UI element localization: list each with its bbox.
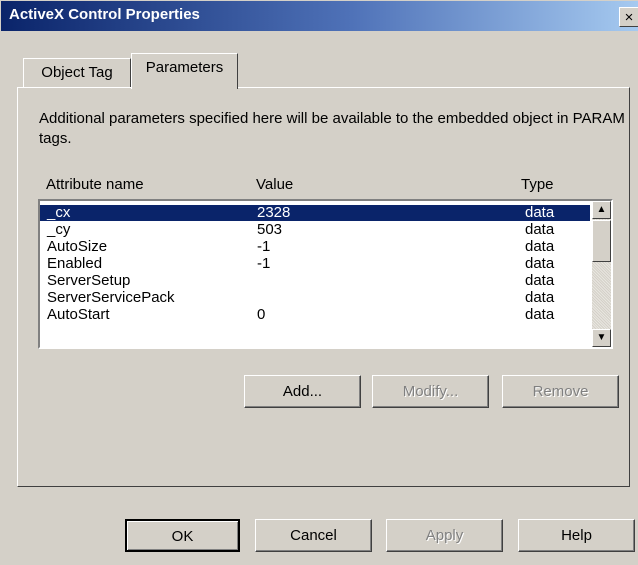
modify-button[interactable]: Modify...	[372, 375, 489, 408]
dialog-window: ActiveX Control Properties × Object Tag …	[0, 0, 638, 565]
scroll-up-button[interactable]: ▲	[592, 201, 611, 219]
type-cell: data	[525, 306, 555, 323]
tab-object-tag[interactable]: Object Tag	[23, 58, 131, 88]
attribute-cell: ServerSetup	[47, 272, 131, 289]
list-item[interactable]: _cx 2328 data	[40, 205, 590, 221]
header-attribute-name: Attribute name	[46, 176, 144, 193]
scroll-down-button[interactable]: ▼	[592, 329, 611, 347]
description-text: Additional parameters specified here wil…	[39, 110, 625, 147]
type-cell: data	[525, 204, 555, 221]
add-button[interactable]: Add...	[244, 375, 361, 408]
value-cell: -1	[257, 238, 271, 255]
parameters-list[interactable]: _cx 2328 data _cy 503 data AutoSize -1 d…	[38, 199, 613, 349]
value-cell: 503	[257, 221, 283, 238]
type-cell: data	[525, 255, 555, 272]
value-cell: 0	[257, 306, 266, 323]
list-item[interactable]: ServerServicePack data	[40, 290, 590, 306]
apply-button[interactable]: Apply	[386, 519, 503, 552]
help-button[interactable]: Help	[518, 519, 635, 552]
header-value: Value	[256, 176, 294, 193]
type-cell: data	[525, 289, 555, 306]
list-item[interactable]: AutoSize -1 data	[40, 239, 590, 255]
attribute-cell: AutoStart	[47, 306, 110, 323]
type-cell: data	[525, 221, 555, 238]
list-item[interactable]: Enabled -1 data	[40, 256, 590, 272]
close-icon: ×	[624, 9, 634, 26]
list-item[interactable]: ServerSetup data	[40, 273, 590, 289]
arrow-up-icon: ▲	[596, 204, 607, 215]
title-bar[interactable]: ActiveX Control Properties ×	[1, 1, 638, 31]
vertical-scrollbar[interactable]: ▲ ▼	[592, 201, 611, 347]
header-type: Type	[521, 176, 554, 193]
window-title: ActiveX Control Properties	[9, 6, 200, 23]
close-button[interactable]: ×	[619, 7, 638, 27]
arrow-down-icon: ▼	[596, 332, 607, 343]
tab-parameters[interactable]: Parameters	[131, 53, 238, 89]
attribute-cell: _cx	[47, 204, 71, 221]
attribute-cell: _cy	[47, 221, 71, 238]
cancel-button[interactable]: Cancel	[255, 519, 372, 552]
remove-button[interactable]: Remove	[502, 375, 619, 408]
attribute-cell: ServerServicePack	[47, 289, 175, 306]
scroll-thumb[interactable]	[592, 220, 611, 262]
ok-button[interactable]: OK	[125, 519, 240, 552]
value-cell: 2328	[257, 204, 291, 221]
attribute-cell: Enabled	[47, 255, 103, 272]
list-item[interactable]: _cy 503 data	[40, 222, 590, 238]
list-item[interactable]: AutoStart 0 data	[40, 307, 590, 323]
value-cell: -1	[257, 255, 271, 272]
type-cell: data	[525, 238, 555, 255]
type-cell: data	[525, 272, 555, 289]
attribute-cell: AutoSize	[47, 238, 108, 255]
